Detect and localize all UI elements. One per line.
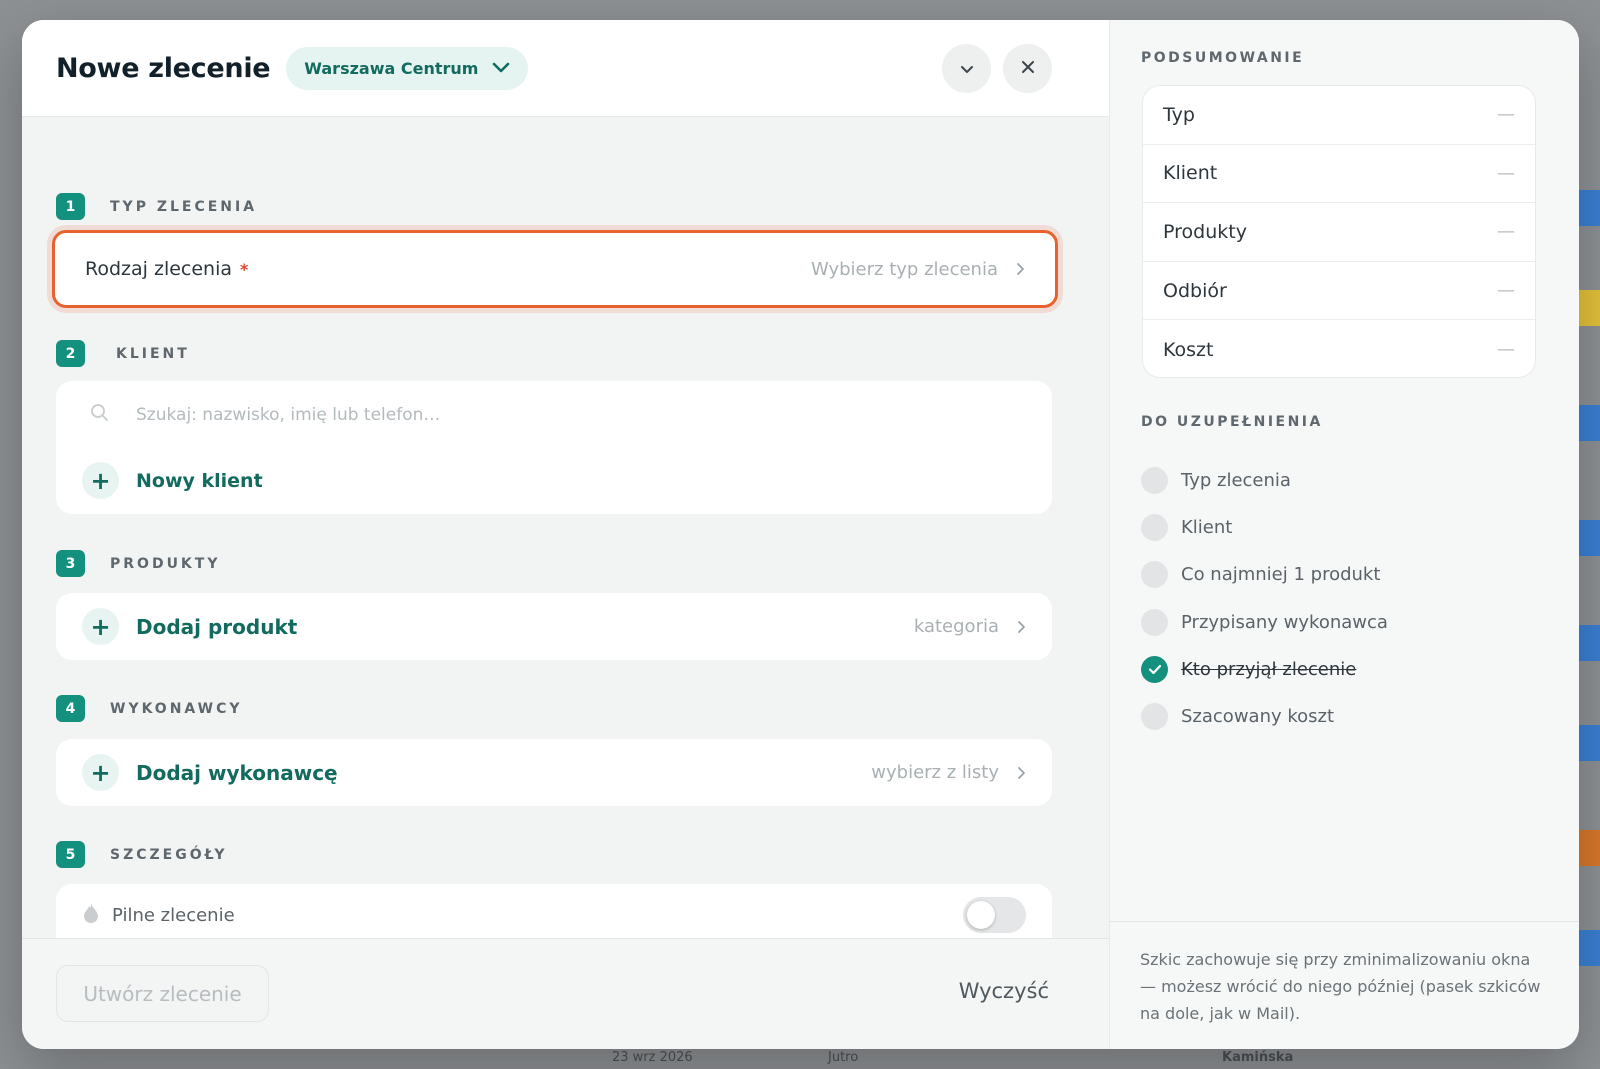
draft-note: Szkic zachowuje się przy zminimalizowani… — [1110, 921, 1579, 1049]
unchecked-circle-icon — [1141, 467, 1168, 495]
order-type-label: Rodzaj zlecenia — [85, 258, 233, 280]
search-icon — [90, 403, 110, 427]
section-number: 3 — [56, 550, 85, 577]
chevron-right-icon — [1017, 615, 1026, 639]
create-order-button[interactable]: Utwórz zlecenie — [56, 965, 269, 1022]
details-card: Pilne zlecenie — [56, 884, 1052, 944]
section-label: SZCZEGÓŁY — [110, 846, 228, 863]
todo-item: Przypisany wykonawca — [1141, 599, 1388, 646]
unchecked-circle-icon — [1141, 703, 1168, 731]
todo-item-done: Kto przyjął zlecenie — [1141, 646, 1388, 693]
section-header-client: 2 KLIENT — [56, 340, 190, 367]
summary-row-label: Typ — [1163, 103, 1195, 126]
client-card: Szukaj: nazwisko, imię lub telefon… + No… — [56, 381, 1052, 514]
summary-row-value: — — [1497, 221, 1515, 243]
section-label: PRODUKTY — [110, 555, 221, 572]
summary-panel: PODSUMOWANIE Typ — Klient — Produkty — O… — [1109, 20, 1579, 1049]
form-footer: Utwórz zlecenie Wyczyść — [22, 938, 1109, 1049]
summary-row: Typ — — [1143, 86, 1535, 145]
todo-label: Przypisany wykonawca — [1181, 611, 1388, 633]
modal-header: Nowe zlecenie Warszawa Centrum — [22, 20, 1109, 117]
section-label: TYP ZLECENIA — [110, 198, 258, 215]
section-header-type: 1 TYP ZLECENIA — [56, 193, 257, 220]
add-contractor-label: Dodaj wykonawcę — [136, 760, 338, 785]
chevron-down-icon — [492, 59, 510, 78]
section-header-contractors: 4 WYKONAWCY — [56, 695, 242, 722]
plus-icon: + — [82, 754, 119, 791]
todo-label: Szacowany koszt — [1181, 706, 1335, 728]
add-product-label: Dodaj produkt — [136, 614, 298, 639]
flame-icon — [82, 902, 100, 928]
unchecked-circle-icon — [1141, 561, 1168, 589]
todo-item: Szacowany koszt — [1141, 693, 1388, 740]
location-selector[interactable]: Warszawa Centrum — [286, 46, 529, 90]
section-header-details: 5 SZCZEGÓŁY — [56, 841, 228, 868]
order-type-field[interactable]: Rodzaj zlecenia * Wybierz typ zlecenia — [52, 230, 1058, 308]
product-category-hint: kategoria — [913, 616, 999, 637]
summary-row-value: — — [1497, 339, 1515, 361]
section-number: 2 — [56, 340, 85, 367]
summary-row-value: — — [1497, 104, 1515, 126]
new-order-modal: Nowe zlecenie Warszawa Centrum 1 TYP ZLE… — [22, 20, 1579, 1049]
backdrop-name: Kamińska — [1222, 1050, 1294, 1065]
todo-label: Kto przyjął zlecenie — [1181, 658, 1357, 680]
chevron-down-icon — [960, 59, 974, 78]
check-circle-icon — [1141, 655, 1168, 683]
add-contractor-card[interactable]: + Dodaj wykonawcę wybierz z listy — [56, 739, 1052, 806]
new-client-button[interactable]: + Nowy klient — [82, 462, 263, 499]
minimize-button[interactable] — [942, 44, 991, 93]
close-button[interactable] — [1003, 44, 1052, 93]
clear-button[interactable]: Wyczyść — [959, 979, 1049, 1003]
todo-item: Klient — [1141, 504, 1388, 551]
backdrop-day: Jutro — [828, 1050, 859, 1065]
chevron-right-icon — [1016, 257, 1025, 281]
new-client-label: Nowy klient — [136, 469, 263, 492]
todo-label: Co najmniej 1 produkt — [1181, 564, 1381, 586]
plus-icon: + — [82, 608, 119, 645]
order-form: Nowe zlecenie Warszawa Centrum 1 TYP ZLE… — [22, 20, 1109, 1049]
required-mark: * — [240, 259, 249, 279]
location-label: Warszawa Centrum — [304, 58, 479, 78]
section-number: 1 — [56, 193, 85, 220]
summary-row-label: Odbiór — [1163, 279, 1227, 302]
summary-heading: PODSUMOWANIE — [1141, 50, 1305, 66]
summary-list: Typ — Klient — Produkty — Odbiór — Koszt… — [1142, 85, 1536, 378]
summary-row: Produkty — — [1143, 203, 1535, 262]
todo-heading: DO UZUPEŁNIENIA — [1141, 414, 1323, 430]
chevron-right-icon — [1017, 761, 1026, 785]
todo-list: Typ zlecenia Klient Co najmniej 1 produk… — [1141, 457, 1388, 740]
section-header-products: 3 PRODUKTY — [56, 550, 220, 577]
contractor-hint: wybierz z listy — [871, 762, 999, 783]
section-number: 5 — [56, 841, 85, 868]
order-type-placeholder: Wybierz typ zlecenia — [811, 258, 998, 280]
summary-row: Odbiór — — [1143, 262, 1535, 321]
unchecked-circle-icon — [1141, 514, 1168, 542]
client-search[interactable]: Szukaj: nazwisko, imię lub telefon… — [90, 403, 440, 427]
add-product-card[interactable]: + Dodaj produkt kategoria — [56, 593, 1052, 660]
modal-title: Nowe zlecenie — [56, 52, 271, 84]
summary-row: Koszt — — [1143, 320, 1535, 377]
section-label: WYKONAWCY — [110, 700, 243, 717]
todo-label: Typ zlecenia — [1181, 470, 1291, 492]
section-label: KLIENT — [116, 345, 190, 362]
close-icon — [1021, 59, 1035, 78]
summary-row: Klient — — [1143, 145, 1535, 204]
todo-item: Typ zlecenia — [1141, 457, 1388, 504]
section-number: 4 — [56, 695, 85, 722]
summary-row-value: — — [1497, 280, 1515, 302]
plus-icon: + — [82, 462, 119, 499]
toggle-knob — [967, 901, 995, 929]
summary-row-label: Klient — [1163, 162, 1218, 185]
backdrop-date: 23 wrz 2026 — [612, 1050, 693, 1065]
urgent-toggle[interactable] — [963, 897, 1026, 933]
urgent-label: Pilne zlecenie — [112, 904, 235, 926]
client-search-placeholder: Szukaj: nazwisko, imię lub telefon… — [136, 405, 441, 425]
unchecked-circle-icon — [1141, 608, 1168, 636]
todo-item: Co najmniej 1 produkt — [1141, 551, 1388, 598]
todo-label: Klient — [1181, 517, 1233, 539]
summary-row-value: — — [1497, 162, 1515, 184]
summary-row-label: Koszt — [1163, 338, 1214, 361]
summary-row-label: Produkty — [1163, 220, 1247, 243]
